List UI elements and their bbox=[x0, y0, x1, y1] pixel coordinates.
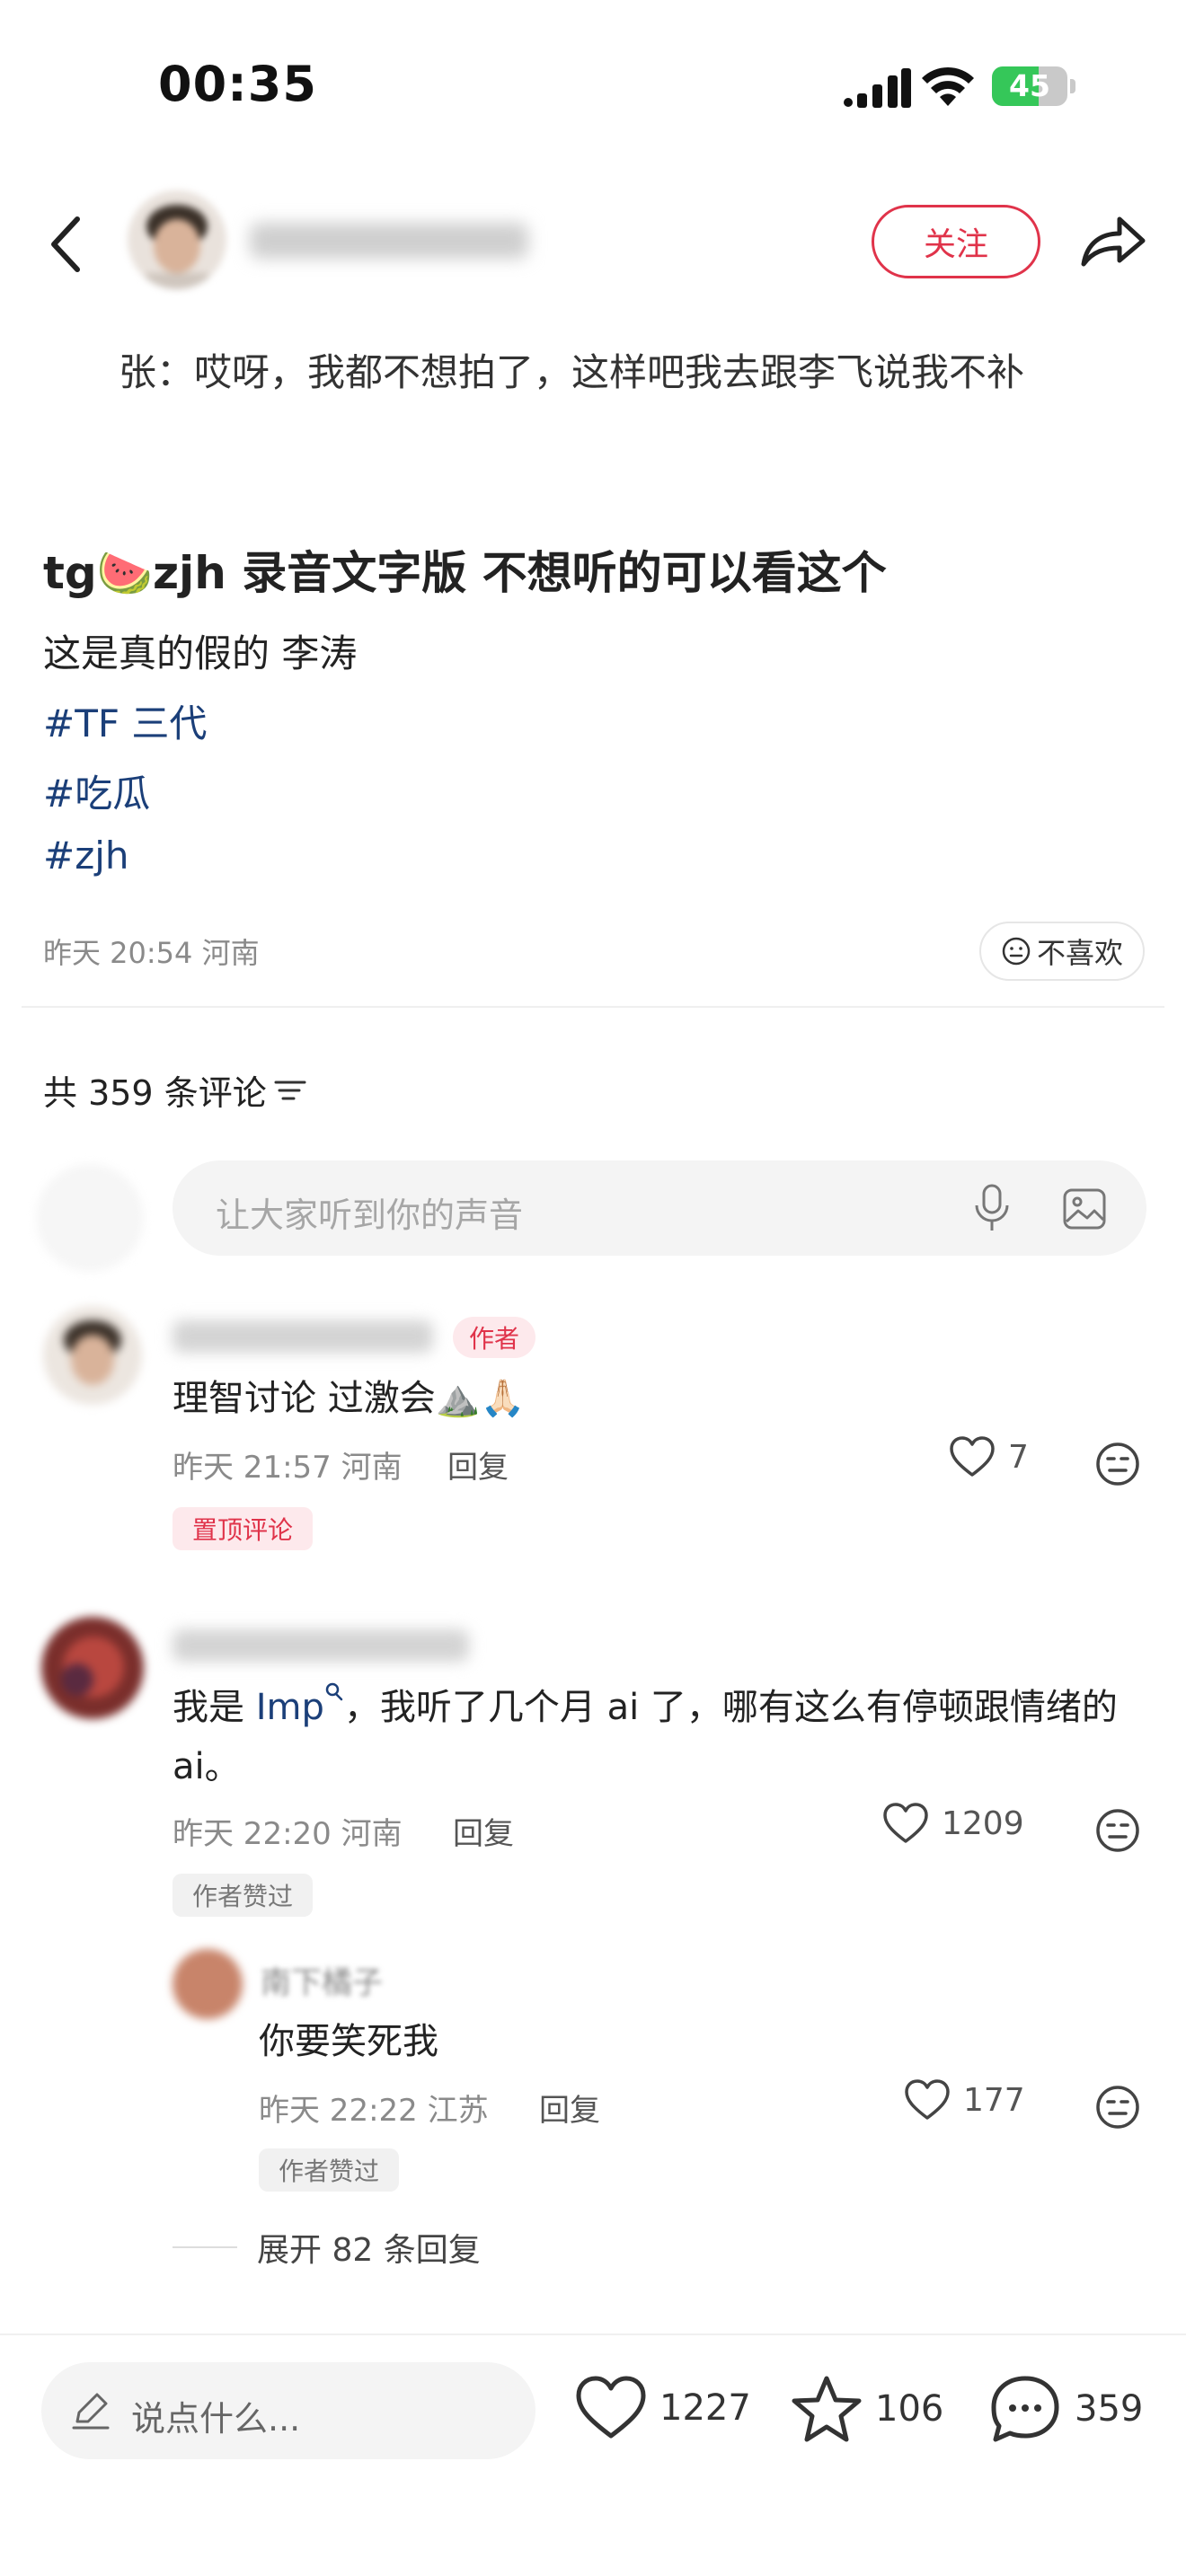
comment-meta: 昨天 21:57 河南 bbox=[173, 1450, 403, 1486]
post-quote: 张：哎呀，我都不想拍了，这样吧我去跟李飞说我不补 bbox=[119, 350, 1025, 394]
comment-text: 我是 Imp ，我听了几个月 ai 了，哪有这么有停顿跟情绪的 ai。 bbox=[173, 1678, 1152, 1796]
reply-button[interactable]: 回复 bbox=[539, 2086, 600, 2130]
comment-total: 359 bbox=[1075, 2388, 1144, 2430]
reply-author-name[interactable]: 南下橘子 bbox=[261, 1958, 383, 2002]
heart-icon bbox=[576, 2376, 646, 2439]
follow-button[interactable]: 关注 bbox=[872, 205, 1040, 278]
microphone-icon[interactable] bbox=[972, 1184, 1012, 1234]
favorite-total: 106 bbox=[875, 2388, 944, 2430]
reply-like-button[interactable]: 177 bbox=[904, 2078, 1025, 2122]
comment-text: 理智讨论 过激会⛰️🙏🏻 bbox=[173, 1378, 526, 1419]
say-something-input[interactable]: 说点什么... bbox=[41, 2362, 535, 2459]
post-title: tg🍉zjh 录音文字版 不想听的可以看这个 bbox=[43, 547, 887, 599]
dislike-label: 不喜欢 bbox=[1036, 936, 1123, 970]
search-icon[interactable] bbox=[324, 1681, 344, 1703]
like-count: 177 bbox=[963, 2081, 1025, 2119]
like-count: 1209 bbox=[942, 1804, 1024, 1842]
comment-input[interactable]: 让大家听到你的声音 bbox=[173, 1160, 1146, 1256]
comment-count[interactable]: 共 359 条评论 bbox=[43, 1065, 306, 1115]
comment-avatar[interactable] bbox=[41, 1617, 144, 1719]
hashtag-link[interactable]: #吃瓜 bbox=[43, 763, 150, 818]
comment-count-label: 共 359 条评论 bbox=[43, 1073, 267, 1113]
battery-level: 45 bbox=[1009, 68, 1050, 103]
neutral-face-icon bbox=[1002, 937, 1031, 966]
battery-indicator: 45 bbox=[992, 66, 1067, 106]
status-time: 00:35 bbox=[158, 56, 317, 112]
author-avatar[interactable] bbox=[128, 190, 226, 289]
say-something-placeholder: 说点什么... bbox=[131, 2399, 301, 2439]
comment-input-placeholder: 让大家听到你的声音 bbox=[216, 1195, 524, 1235]
reply-avatar[interactable] bbox=[173, 1949, 243, 2019]
search-link[interactable]: Imp bbox=[256, 1687, 324, 1728]
reply-text: 你要笑死我 bbox=[259, 2021, 438, 2062]
author-badge: 作者 bbox=[453, 1317, 535, 1358]
comment-like-button[interactable]: 7 bbox=[949, 1435, 1029, 1478]
expand-line bbox=[173, 2246, 237, 2248]
post-description: 这是真的假的 李涛 bbox=[43, 631, 358, 675]
heart-icon bbox=[950, 1436, 995, 1477]
back-arrow-icon[interactable] bbox=[36, 208, 99, 280]
heart-icon bbox=[905, 2079, 950, 2120]
heart-icon bbox=[883, 1803, 928, 1843]
dislike-button[interactable]: 不喜欢 bbox=[979, 922, 1145, 981]
like-count: 7 bbox=[1008, 1438, 1029, 1476]
like-button[interactable]: 1227 bbox=[575, 2375, 751, 2441]
author-name[interactable] bbox=[250, 223, 528, 259]
like-total: 1227 bbox=[659, 2387, 751, 2429]
wifi-icon bbox=[922, 66, 974, 106]
comment-author-name[interactable] bbox=[173, 1320, 433, 1353]
sort-filter-icon[interactable] bbox=[274, 1077, 306, 1104]
pinned-comment-tag: 置顶评论 bbox=[173, 1507, 313, 1550]
comment-meta: 昨天 22:20 河南 bbox=[173, 1816, 403, 1852]
comment-avatar[interactable] bbox=[43, 1306, 142, 1405]
expand-replies-button[interactable]: 展开 82 条回复 bbox=[173, 2224, 481, 2271]
comment-bubble-icon bbox=[991, 2376, 1059, 2442]
comment-author-name[interactable] bbox=[173, 1629, 469, 1662]
post-meta: 昨天 20:54 河南 bbox=[43, 936, 260, 970]
battery-tip bbox=[1070, 79, 1075, 93]
my-avatar bbox=[36, 1164, 144, 1272]
favorite-button[interactable]: 106 bbox=[791, 2375, 943, 2443]
author-liked-tag: 作者赞过 bbox=[259, 2148, 399, 2192]
hashtag-link[interactable]: #zjh bbox=[43, 834, 129, 878]
reply-button[interactable]: 回复 bbox=[447, 1442, 509, 1486]
expand-replies-label: 展开 82 条回复 bbox=[257, 2232, 481, 2269]
divider bbox=[22, 1006, 1164, 1008]
comments-button[interactable]: 359 bbox=[988, 2373, 1143, 2445]
author-liked-tag: 作者赞过 bbox=[173, 1874, 313, 1917]
hashtag-link[interactable]: #TF 三代 bbox=[43, 693, 207, 748]
image-icon[interactable] bbox=[1062, 1187, 1107, 1231]
comment-text-prefix: 我是 bbox=[173, 1687, 256, 1728]
neutral-face-icon[interactable] bbox=[1094, 1441, 1141, 1487]
pencil-icon bbox=[72, 2393, 110, 2430]
share-icon[interactable] bbox=[1071, 205, 1148, 277]
comment-like-button[interactable]: 1209 bbox=[882, 1802, 1024, 1845]
cellular-signal-icon bbox=[844, 68, 911, 108]
reply-meta: 昨天 22:22 江苏 bbox=[259, 2093, 489, 2129]
reply-button[interactable]: 回复 bbox=[453, 1809, 514, 1853]
neutral-face-icon[interactable] bbox=[1094, 2084, 1141, 2130]
neutral-face-icon[interactable] bbox=[1094, 1807, 1141, 1854]
bottom-divider bbox=[0, 2333, 1186, 2335]
star-icon bbox=[792, 2376, 862, 2442]
